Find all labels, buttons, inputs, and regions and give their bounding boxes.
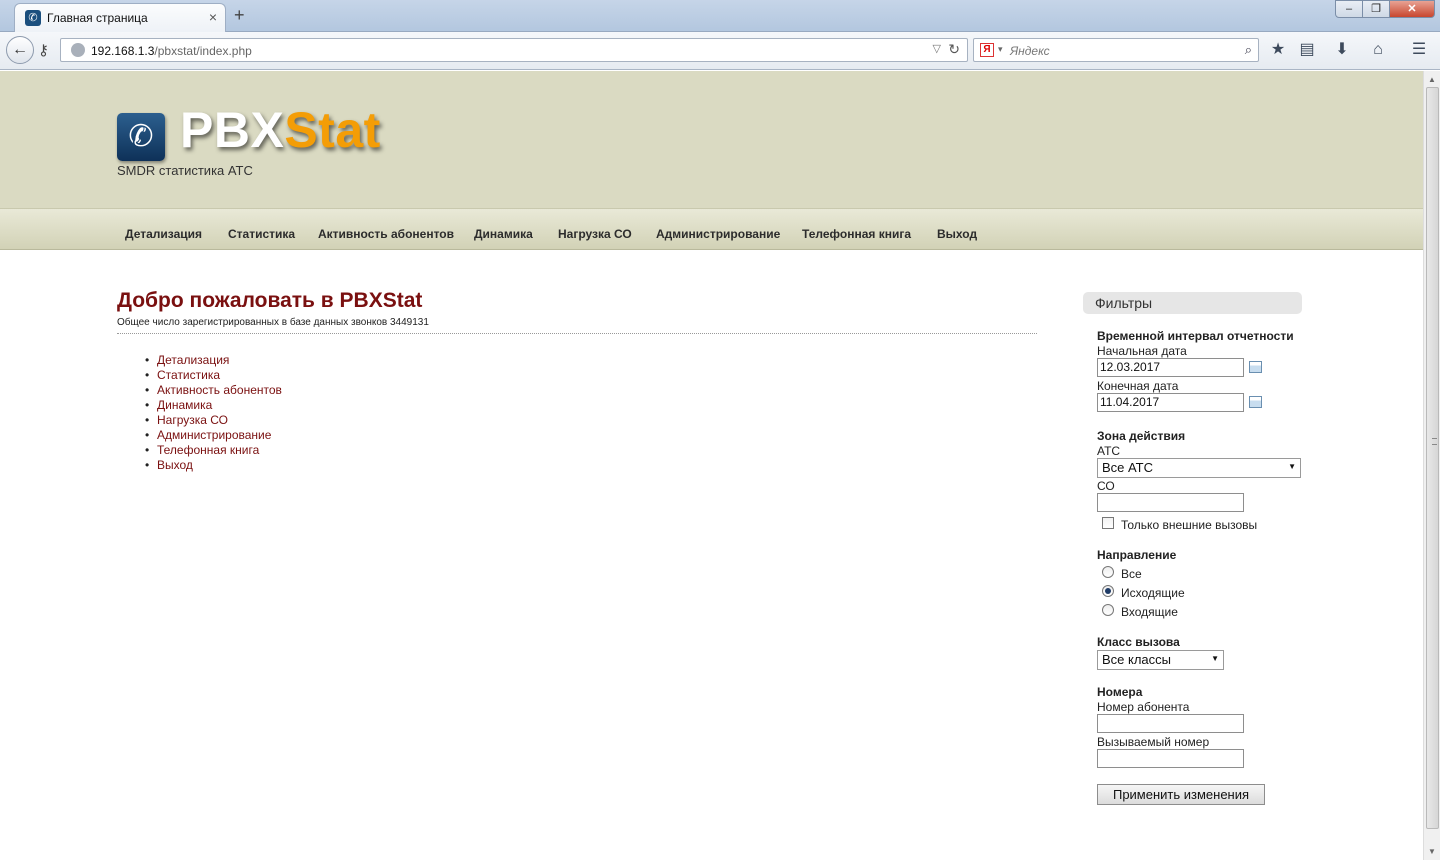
calendar-icon[interactable] [1249, 361, 1262, 373]
link-statistics[interactable]: Статистика [145, 368, 282, 383]
logo-pbx: PBX [180, 102, 285, 158]
call-class-select[interactable]: Все классы ▼ [1097, 650, 1224, 670]
link-co-load[interactable]: Нагрузка СО [145, 413, 282, 428]
menu-item-details[interactable]: Детализация [125, 227, 202, 241]
pbx-label: АТС [1097, 444, 1121, 458]
new-tab-button[interactable]: + [234, 5, 245, 26]
scrollbar-thumb[interactable] [1426, 87, 1439, 829]
tab-title: Главная страница [47, 11, 148, 25]
globe-icon [71, 43, 85, 57]
zone-heading: Зона действия [1097, 429, 1186, 443]
scroll-up-icon[interactable]: ▲ [1428, 75, 1436, 84]
scroll-down-icon[interactable]: ▼ [1428, 847, 1436, 856]
link-logout[interactable]: Выход [145, 458, 282, 473]
phone-favicon-icon: ✆ [25, 10, 41, 26]
site-subtitle: SMDR статистика АТС [117, 163, 253, 178]
external-only-label: Только внешние вызовы [1121, 518, 1258, 532]
minimize-button[interactable]: – [1335, 0, 1363, 18]
pbx-select-value: Все АТС [1102, 460, 1153, 475]
main-menu: Детализация Статистика Активность абонен… [0, 208, 1423, 250]
reading-list-icon[interactable]: ▤ [1297, 40, 1317, 60]
logo-stat: Stat [284, 102, 381, 158]
search-icon[interactable]: ⌕ [1245, 42, 1252, 58]
link-details[interactable]: Детализация [145, 353, 282, 368]
reload-icon[interactable]: ↻ [948, 41, 960, 58]
site-header: ✆ PBXStat SMDR статистика АТС [0, 71, 1423, 208]
vertical-scrollbar[interactable]: ▲ ▼ [1423, 71, 1440, 860]
menu-item-statistics[interactable]: Статистика [228, 227, 295, 241]
menu-icon[interactable]: ☰ [1409, 40, 1429, 60]
subscriber-number-label: Номер абонента [1097, 700, 1190, 714]
direction-label-incoming: Входящие [1121, 605, 1178, 619]
search-input[interactable]: Яндекс [1010, 44, 1050, 58]
menu-item-co-load[interactable]: Нагрузка СО [558, 227, 632, 241]
start-date-input[interactable]: 12.03.2017 [1097, 358, 1244, 377]
pbx-select[interactable]: Все АТС ▼ [1097, 458, 1301, 478]
search-bar[interactable]: Я ▾ Яндекс ⌕ [973, 38, 1259, 62]
apply-changes-button[interactable]: Применить изменения [1097, 784, 1265, 805]
divider [117, 333, 1037, 334]
bookmark-star-icon[interactable]: ★ [1268, 40, 1288, 60]
download-icon[interactable]: ⬇ [1332, 40, 1352, 60]
direction-heading: Направление [1097, 548, 1177, 562]
call-class-select-value: Все классы [1102, 652, 1172, 667]
direction-label-outgoing: Исходящие [1121, 586, 1185, 600]
browser-tab-bar: ✆ Главная страница × + – ❐ ✕ [0, 0, 1440, 32]
chevron-down-icon: ▼ [1288, 462, 1296, 471]
external-only-checkbox[interactable] [1102, 517, 1114, 529]
url-dropdown-icon[interactable]: ▽ [933, 42, 941, 55]
back-icon[interactable]: ← [6, 36, 34, 64]
maximize-button[interactable]: ❐ [1362, 0, 1390, 18]
direction-radio-incoming[interactable] [1102, 604, 1114, 616]
start-date-label: Начальная дата [1097, 344, 1187, 358]
yandex-logo-icon: Я [980, 43, 994, 57]
scroll-grip-icon [1432, 438, 1437, 445]
co-label: СО [1097, 479, 1115, 493]
menu-item-phonebook[interactable]: Телефонная книга [802, 227, 911, 241]
link-dynamics[interactable]: Динамика [145, 398, 282, 413]
browser-tab[interactable]: ✆ Главная страница × [14, 3, 226, 32]
section-link-list: Детализация Статистика Активность абонен… [145, 353, 282, 473]
menu-item-subscriber-activity[interactable]: Активность абонентов [318, 227, 454, 241]
menu-item-administration[interactable]: Администрирование [656, 227, 780, 241]
menu-item-dynamics[interactable]: Динамика [474, 227, 533, 241]
numbers-heading: Номера [1097, 685, 1143, 699]
chevron-down-icon: ▼ [1211, 654, 1219, 663]
link-subscriber-activity[interactable]: Активность абонентов [145, 383, 282, 398]
direction-label-all: Все [1121, 567, 1142, 581]
page-content: ✆ PBXStat SMDR статистика АТС Детализаци… [0, 71, 1423, 860]
menu-item-logout[interactable]: Выход [937, 227, 977, 241]
browser-navigation-bar: ← ⚷ 192.168.1.3/pbxstat/index.php ▽ ↻ Я … [0, 32, 1440, 70]
calendar-icon[interactable] [1249, 396, 1262, 408]
end-date-input[interactable]: 11.04.2017 [1097, 393, 1244, 412]
page-title: Добро пожаловать в PBXStat [117, 289, 423, 312]
key-icon[interactable]: ⚷ [38, 41, 49, 59]
url-text: 192.168.1.3/pbxstat/index.php [91, 44, 252, 58]
call-class-heading: Класс вызова [1097, 635, 1180, 649]
url-host: 192.168.1.3 [91, 44, 155, 58]
co-input[interactable] [1097, 493, 1244, 512]
site-logo[interactable]: PBXStat [180, 101, 381, 159]
direction-radio-all[interactable] [1102, 566, 1114, 578]
home-icon[interactable]: ⌂ [1368, 40, 1388, 60]
search-engine-dropdown-icon[interactable]: ▾ [998, 44, 1003, 55]
period-heading: Временной интервал отчетности [1097, 329, 1294, 343]
url-path: /pbxstat/index.php [154, 44, 252, 58]
called-number-input[interactable] [1097, 749, 1244, 768]
end-date-label: Конечная дата [1097, 379, 1179, 393]
close-tab-icon[interactable]: × [209, 9, 217, 25]
address-bar[interactable]: 192.168.1.3/pbxstat/index.php ▽ ↻ [60, 38, 968, 62]
called-number-label: Вызываемый номер [1097, 735, 1210, 749]
call-count-text: Общее число зарегистрированных в базе да… [117, 317, 429, 328]
link-administration[interactable]: Администрирование [145, 428, 282, 443]
phone-logo-icon: ✆ [117, 113, 165, 161]
link-phonebook[interactable]: Телефонная книга [145, 443, 282, 458]
close-window-button[interactable]: ✕ [1389, 0, 1435, 18]
direction-radio-outgoing[interactable] [1102, 585, 1114, 597]
subscriber-number-input[interactable] [1097, 714, 1244, 733]
filters-title: Фильтры [1083, 292, 1302, 314]
